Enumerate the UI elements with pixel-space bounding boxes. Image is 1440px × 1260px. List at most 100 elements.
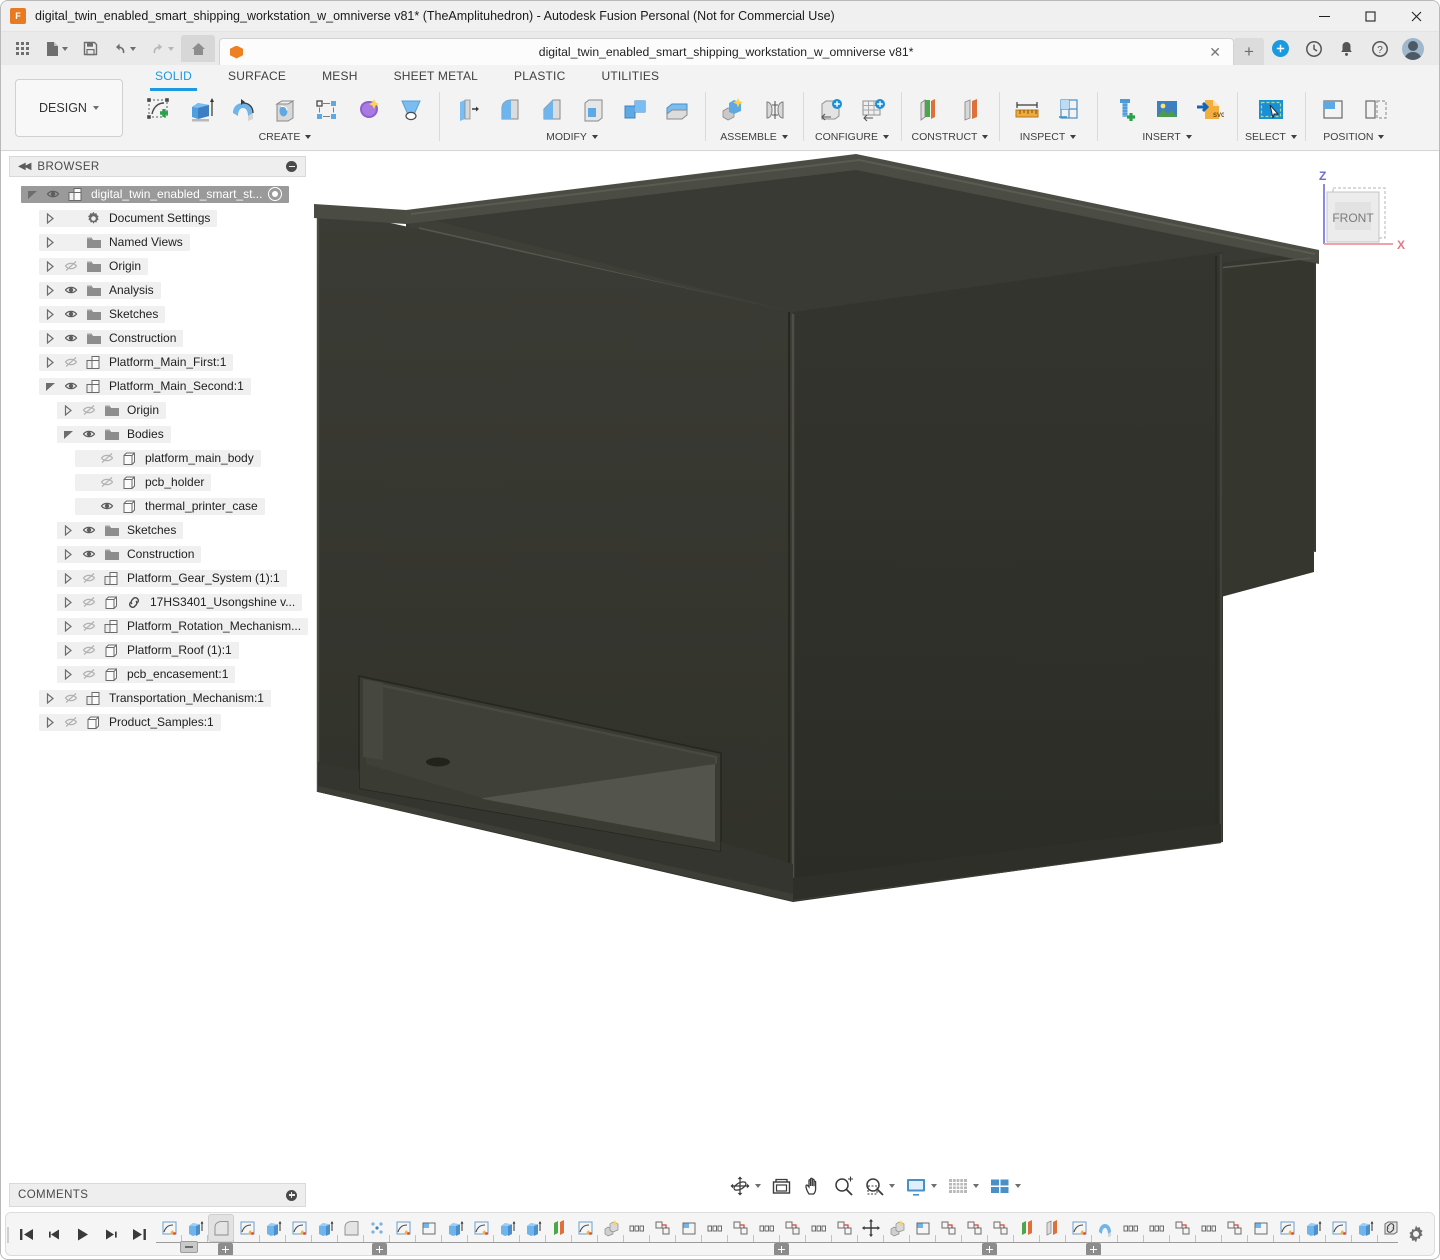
browser-node-content[interactable]: 17HS3401_Usongshine v...	[57, 594, 302, 611]
minimize-browser-icon[interactable]	[286, 161, 297, 172]
tab-mesh[interactable]: MESH	[304, 65, 375, 88]
recent-icon[interactable]	[1297, 35, 1330, 62]
browser-node[interactable]: Platform_Gear_System (1):1	[9, 566, 306, 590]
browser-node-content[interactable]: digital_twin_enabled_smart_st...	[21, 186, 289, 203]
timeline-feature-sketch-icon[interactable]	[390, 1214, 416, 1242]
browser-node-content[interactable]: Named Views	[39, 234, 190, 251]
browser-node-content[interactable]: Construction	[57, 546, 201, 563]
panel-select-label[interactable]: SELECT	[1245, 131, 1297, 143]
browser-node[interactable]: Named Views	[9, 230, 306, 254]
create-sketch-icon[interactable]	[139, 90, 179, 130]
twist-closed-icon[interactable]	[42, 308, 59, 321]
revolve-icon[interactable]	[223, 90, 263, 130]
extension-icon[interactable]	[1264, 35, 1297, 62]
collapse-browser-icon[interactable]: ◀◀	[18, 161, 29, 172]
measure-icon[interactable]	[1007, 90, 1047, 130]
fillet-icon[interactable]	[489, 90, 529, 130]
panel-position-label[interactable]: POSITION	[1323, 131, 1384, 143]
timeline-feature-rigid-group-icon[interactable]	[962, 1214, 988, 1242]
step-back-icon[interactable]	[42, 1220, 68, 1248]
timeline-feature-extrude-icon[interactable]	[260, 1214, 286, 1242]
timeline-feature-rigid-group-icon[interactable]	[988, 1214, 1014, 1242]
timeline-group-1[interactable]	[774, 1243, 789, 1256]
timeline-group-2[interactable]	[982, 1243, 997, 1256]
chamfer-icon[interactable]	[531, 90, 571, 130]
comments-panel[interactable]: COMMENTS	[9, 1183, 306, 1207]
panel-construct-label[interactable]: CONSTRUCT	[912, 131, 989, 143]
eye-visible-icon[interactable]	[59, 283, 82, 297]
loft-icon[interactable]	[391, 90, 431, 130]
twist-closed-icon[interactable]	[42, 692, 59, 705]
browser-node-content[interactable]: thermal_printer_case	[75, 498, 265, 515]
twist-closed-icon[interactable]	[42, 356, 59, 369]
combine-icon[interactable]	[615, 90, 655, 130]
home-button[interactable]	[181, 35, 215, 62]
help-icon[interactable]: ?	[1363, 35, 1396, 62]
browser-node-content[interactable]: Bodies	[57, 426, 171, 443]
eye-hidden-icon[interactable]	[59, 691, 82, 705]
timeline-feature-pattern-icon[interactable]	[364, 1214, 390, 1242]
twist-closed-icon[interactable]	[42, 716, 59, 729]
browser-node[interactable]: 17HS3401_Usongshine v...	[9, 590, 306, 614]
eye-visible-icon[interactable]	[77, 547, 100, 561]
timeline-feature-dots-icon[interactable]	[754, 1214, 780, 1242]
timeline-feature-rigid-group-icon[interactable]	[1222, 1214, 1248, 1242]
eye-hidden-icon[interactable]	[59, 259, 82, 273]
twist-closed-icon[interactable]	[60, 524, 77, 537]
eye-hidden-icon[interactable]	[95, 451, 118, 465]
twist-open-icon[interactable]	[60, 428, 77, 441]
timeline-feature-extrude-icon[interactable]	[182, 1214, 208, 1242]
timeline-feature-sketch-icon[interactable]	[286, 1214, 312, 1242]
timeline-feature-rigid-group-icon[interactable]	[780, 1214, 806, 1242]
browser-node[interactable]: platform_main_body	[9, 446, 306, 470]
section-analysis-icon[interactable]	[1049, 90, 1089, 130]
browser-node[interactable]: Origin	[9, 254, 306, 278]
redo-button[interactable]	[143, 35, 181, 62]
panel-insert-label[interactable]: INSERT	[1142, 131, 1191, 143]
timeline-feature-extrude-icon[interactable]	[1300, 1214, 1326, 1242]
viewport-canvas[interactable]: Z X FRONT	[311, 152, 1439, 1259]
timeline-feature-link-body-icon[interactable]	[1378, 1214, 1398, 1242]
offset-plane-icon[interactable]	[909, 90, 949, 130]
twist-closed-icon[interactable]	[60, 620, 77, 633]
browser-node[interactable]: Construction	[9, 326, 306, 350]
browser-node-content[interactable]: Transportation_Mechanism:1	[39, 690, 271, 707]
orbit-icon[interactable]	[727, 1172, 763, 1200]
browser-node-content[interactable]: pcb_holder	[75, 474, 211, 491]
timeline-feature-dots-icon[interactable]	[1196, 1214, 1222, 1242]
twist-open-icon[interactable]	[24, 188, 41, 201]
timeline-track[interactable]	[156, 1212, 1398, 1256]
twist-closed-icon[interactable]	[42, 260, 59, 273]
timeline-feature-fillet-icon[interactable]	[338, 1214, 364, 1242]
eye-hidden-icon[interactable]	[59, 715, 82, 729]
twist-closed-icon[interactable]	[60, 644, 77, 657]
close-document-tab-icon[interactable]: ✕	[1203, 44, 1227, 61]
eye-hidden-icon[interactable]	[77, 595, 100, 609]
browser-node-content[interactable]: Platform_Roof (1):1	[57, 642, 239, 659]
timeline-feature-sketch-icon[interactable]	[572, 1214, 598, 1242]
browser-node-content[interactable]: platform_main_body	[75, 450, 261, 467]
timeline-feature-plane-icon[interactable]	[1248, 1214, 1274, 1242]
pattern-icon[interactable]	[307, 90, 347, 130]
browser-node[interactable]: Transportation_Mechanism:1	[9, 686, 306, 710]
new-component-icon[interactable]	[713, 90, 753, 130]
eye-visible-icon[interactable]	[59, 379, 82, 393]
panel-configure-label[interactable]: CONFIGURE	[815, 131, 889, 143]
minimize-button[interactable]	[1301, 1, 1347, 32]
tab-solid[interactable]: SOLID	[137, 65, 210, 88]
form-icon[interactable]	[349, 90, 389, 130]
panel-assemble-label[interactable]: ASSEMBLE	[720, 131, 788, 143]
browser-node-content[interactable]: Platform_Main_Second:1	[39, 378, 251, 395]
select-window-icon[interactable]	[1251, 90, 1291, 130]
browser-node[interactable]: Platform_Main_First:1	[9, 350, 306, 374]
twist-open-icon[interactable]	[42, 380, 59, 393]
timeline-feature-dots-icon[interactable]	[806, 1214, 832, 1242]
insert-canvas-icon[interactable]	[1147, 90, 1187, 130]
play-icon[interactable]	[70, 1220, 96, 1248]
timeline-group-5[interactable]	[1086, 1243, 1101, 1256]
browser-node-content[interactable]: Origin	[39, 258, 148, 275]
eye-visible-icon[interactable]	[59, 331, 82, 345]
browser-node-content[interactable]: Origin	[57, 402, 166, 419]
twist-closed-icon[interactable]	[60, 668, 77, 681]
timeline-feature-rigid-group-icon[interactable]	[936, 1214, 962, 1242]
